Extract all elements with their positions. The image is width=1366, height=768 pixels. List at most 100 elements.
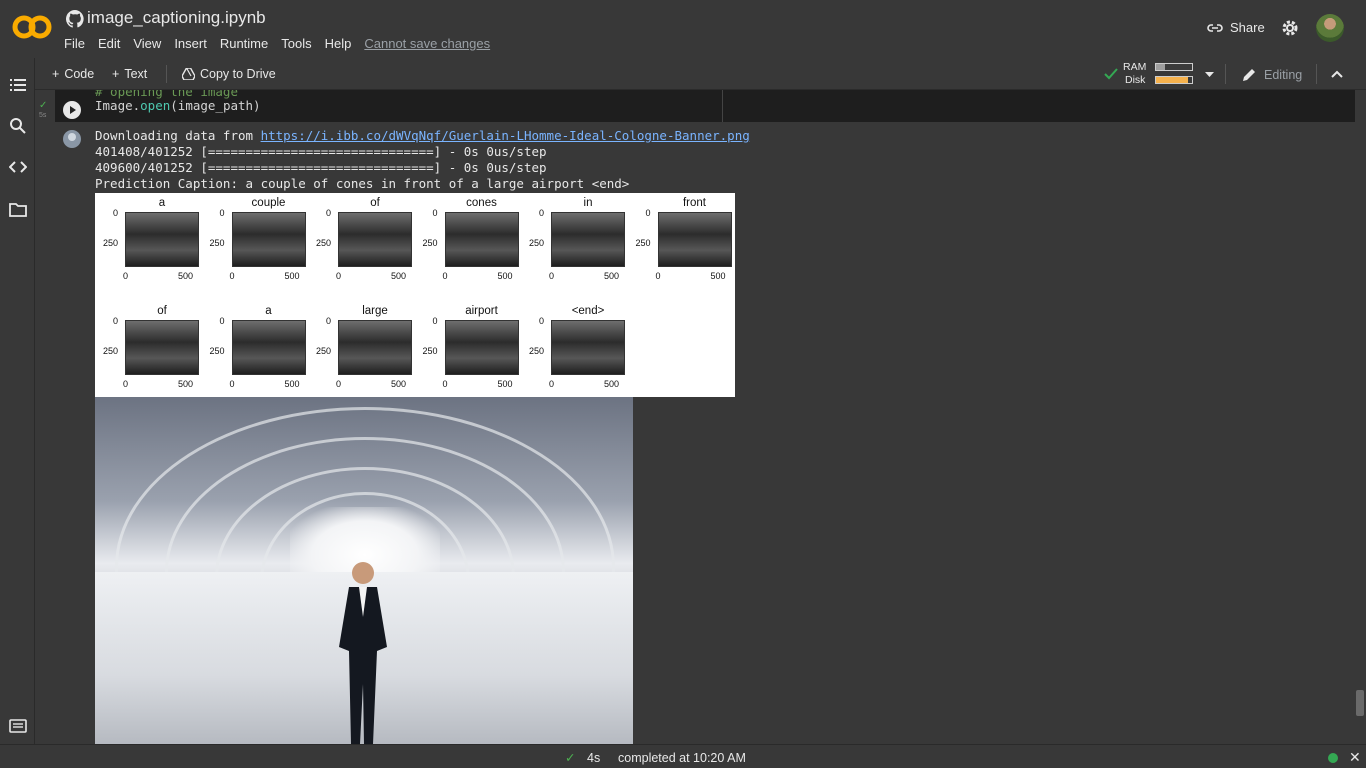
notebook-title[interactable]: image_captioning.ipynb — [87, 8, 266, 28]
menu-view[interactable]: View — [133, 36, 161, 51]
cell-divider — [722, 90, 723, 122]
copy-to-drive-button[interactable]: Copy to Drive — [182, 67, 276, 81]
attention-word: couple — [251, 197, 286, 209]
x-tick-label: 0 — [549, 379, 555, 389]
attention-word: of — [370, 197, 380, 209]
cell-success-check-icon: ✓ — [39, 100, 48, 111]
editing-label: Editing — [1264, 67, 1303, 82]
y-tick-label: 250 — [316, 238, 332, 248]
add-text-label: Text — [124, 67, 148, 81]
share-button[interactable]: Share — [1206, 20, 1265, 35]
attention-map-image — [657, 212, 732, 267]
x-tick-label: 500 — [604, 271, 620, 281]
attention-panel: airport 0 250 0 500 — [415, 305, 519, 389]
drive-icon — [182, 68, 195, 80]
share-label: Share — [1230, 20, 1265, 35]
output-line-3: 409600/401252 [=========================… — [95, 160, 547, 175]
menu-runtime[interactable]: Runtime — [220, 36, 268, 51]
y-tick-label: 0 — [539, 316, 545, 326]
attention-map-image — [444, 212, 519, 267]
table-of-contents-icon[interactable] — [9, 76, 27, 94]
attention-word: airport — [465, 305, 498, 317]
attention-word: cones — [466, 197, 497, 209]
chevron-up-icon[interactable] — [1331, 70, 1343, 78]
menu-file[interactable]: File — [64, 36, 85, 51]
code-cell[interactable]: # opening the image Image.open(image_pat… — [55, 90, 1355, 122]
toolbar-divider — [1225, 64, 1226, 84]
attention-panel: large 0 250 0 500 — [308, 305, 412, 389]
attention-map-image — [551, 320, 625, 375]
attention-map-image — [551, 212, 625, 267]
x-tick-label: 500 — [178, 271, 194, 281]
attention-word: front — [682, 197, 706, 209]
attention-word: <end> — [571, 305, 605, 317]
x-tick-label: 0 — [549, 271, 555, 281]
x-tick-label: 500 — [604, 379, 620, 389]
attention-panel: <end> 0 250 0 500 — [521, 305, 625, 389]
y-tick-label: 0 — [539, 208, 545, 218]
ram-label: RAM — [1123, 61, 1147, 73]
terminal-icon[interactable] — [9, 717, 27, 735]
code-object: Image. — [95, 98, 141, 113]
x-tick-label: 0 — [229, 379, 235, 389]
menu-tools[interactable]: Tools — [281, 36, 311, 51]
attention-map-image — [338, 212, 412, 267]
y-tick-label: 0 — [326, 316, 332, 326]
x-tick-label: 500 — [391, 379, 407, 389]
attention-word: a — [158, 197, 166, 209]
attention-panel: a 0 250 0 500 — [202, 305, 306, 389]
add-code-button[interactable]: + Code — [52, 67, 94, 81]
y-tick-label: 250 — [316, 346, 332, 356]
menu-insert[interactable]: Insert — [174, 36, 207, 51]
left-sidebar — [0, 58, 35, 744]
output-icon[interactable] — [63, 130, 81, 148]
status-text: completed at 10:20 AM — [618, 751, 746, 765]
avatar[interactable] — [1316, 14, 1344, 42]
attention-panel: couple 0 250 0 500 — [202, 197, 306, 281]
add-text-button[interactable]: + Text — [112, 67, 147, 81]
scrollbar-thumb[interactable] — [1356, 690, 1364, 716]
output-line-2: 401408/401252 [=========================… — [95, 144, 547, 159]
attention-word: a — [265, 305, 272, 317]
y-tick-label: 0 — [113, 316, 119, 326]
status-check-icon: ✓ — [565, 751, 576, 765]
plus-icon: + — [52, 67, 60, 81]
attention-word: in — [583, 197, 593, 209]
folder-icon[interactable] — [9, 200, 27, 218]
x-tick-label: 0 — [123, 271, 129, 281]
code-snippets-icon[interactable] — [9, 158, 27, 176]
attention-word: of — [157, 305, 167, 317]
x-tick-label: 0 — [336, 271, 342, 281]
download-link[interactable]: https://i.ibb.co/dWVqNqf/Guerlain-LHomme… — [261, 128, 750, 143]
search-icon[interactable] — [9, 117, 27, 135]
attention-panel: in 0 250 0 500 — [521, 197, 625, 281]
attention-map-image — [231, 320, 306, 375]
status-bar: ✓ 4s completed at 10:20 AM ✕ — [0, 744, 1366, 768]
y-tick-label: 0 — [113, 208, 119, 218]
x-tick-label: 500 — [710, 271, 726, 281]
menu-edit[interactable]: Edit — [98, 36, 120, 51]
run-cell-button[interactable] — [63, 101, 81, 119]
y-tick-label: 250 — [209, 346, 225, 356]
github-icon — [66, 10, 84, 28]
cell-exec-time: 5s — [39, 112, 47, 119]
close-icon[interactable]: ✕ — [1349, 749, 1361, 766]
toolbar-divider — [1316, 64, 1317, 84]
y-tick-label: 0 — [645, 208, 651, 218]
cannot-save-link[interactable]: Cannot save changes — [364, 36, 490, 51]
chevron-down-icon[interactable] — [1205, 72, 1214, 78]
y-tick-label: 250 — [529, 346, 545, 356]
x-tick-label: 0 — [655, 271, 661, 281]
menu-bar: File Edit View Insert Runtime Tools Help… — [64, 36, 503, 51]
y-tick-label: 0 — [326, 208, 332, 218]
colab-logo[interactable] — [12, 12, 52, 42]
menu-help[interactable]: Help — [325, 36, 352, 51]
cell-output: Downloading data from https://i.ibb.co/d… — [95, 128, 750, 192]
gear-icon[interactable] — [1280, 18, 1300, 38]
x-tick-label: 500 — [284, 271, 300, 281]
notebook-content: ✓ 5s # opening the image Image.open(imag… — [35, 90, 1366, 744]
ram-bar — [1155, 63, 1193, 71]
editing-mode-button[interactable]: Editing — [1242, 67, 1302, 82]
x-tick-label: 0 — [123, 379, 129, 389]
x-tick-label: 500 — [497, 271, 513, 281]
